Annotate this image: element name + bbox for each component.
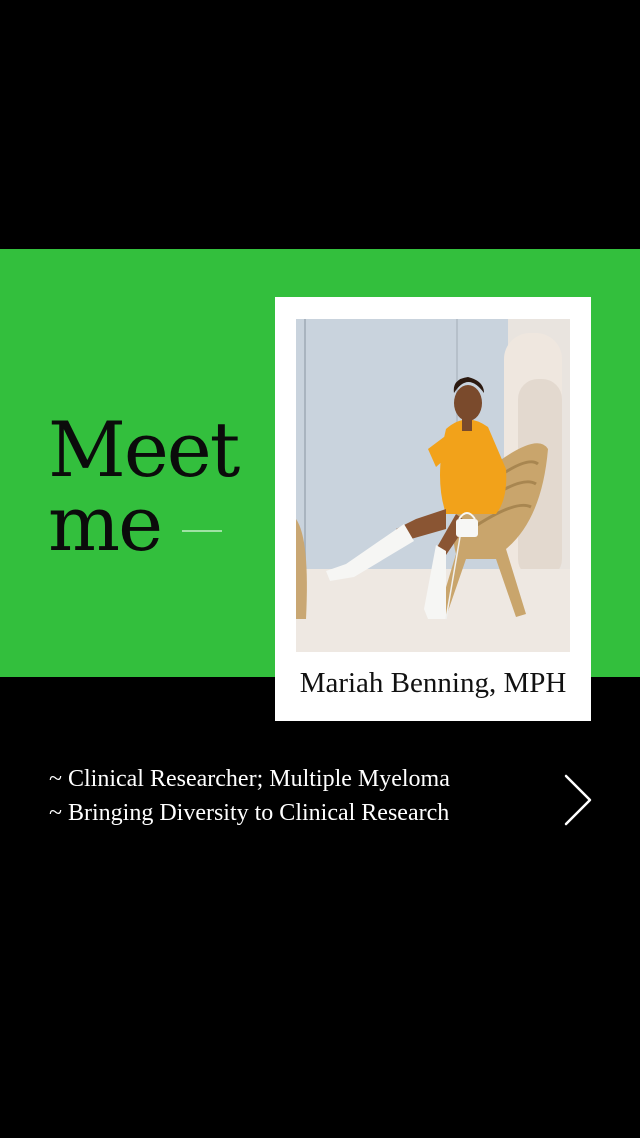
chevron-right-icon <box>564 774 592 826</box>
headline-line-2: me <box>48 479 163 568</box>
decorative-dash <box>182 530 222 532</box>
profile-name: Mariah Benning, MPH <box>299 667 567 699</box>
headline: Meet me <box>48 405 240 568</box>
next-slide-button[interactable] <box>556 770 600 830</box>
headline-line-1: Meet <box>48 405 240 494</box>
bullet-item: ~ Clinical Researcher; Multiple Myeloma <box>49 766 450 792</box>
profile-card: Mariah Benning, MPH <box>275 297 591 721</box>
bullet-list: ~ Clinical Researcher; Multiple Myeloma … <box>49 762 450 830</box>
bullet-item: ~ Bringing Diversity to Clinical Researc… <box>49 800 450 826</box>
story-slide: Meet me Mariah Benning, MPH ~ Clinical R… <box>0 0 640 1138</box>
portrait-photo-icon <box>296 319 570 652</box>
portrait-photo <box>296 319 570 652</box>
